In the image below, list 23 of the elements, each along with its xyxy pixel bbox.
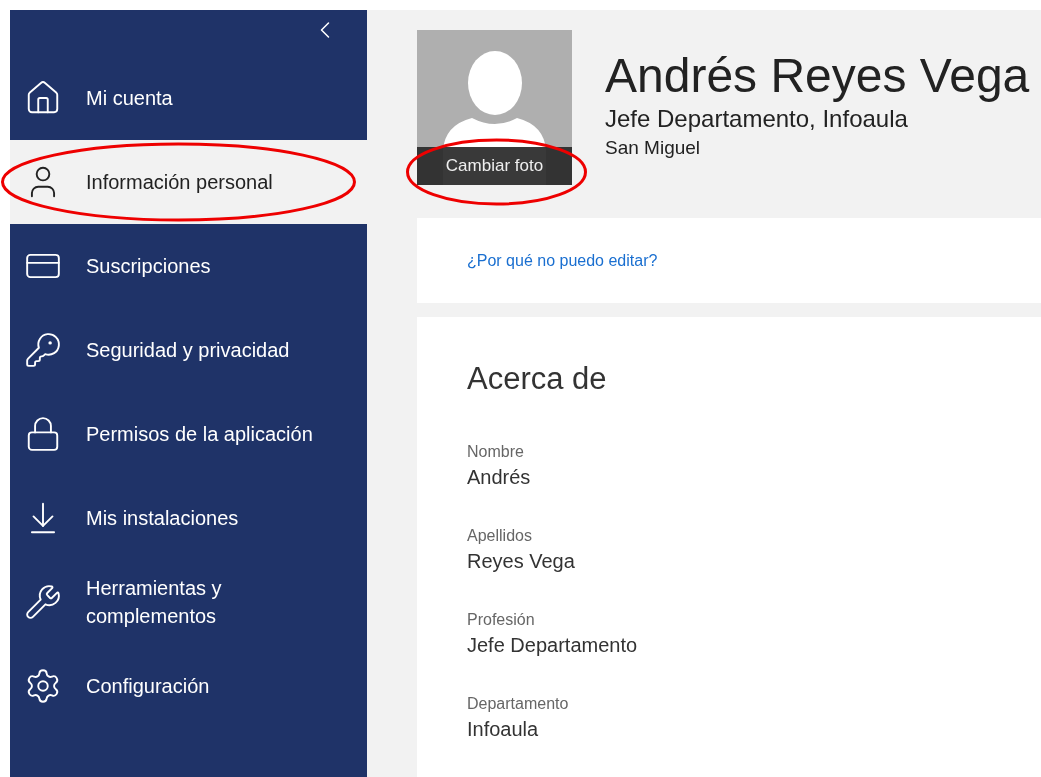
field-label: Nombre bbox=[467, 442, 525, 462]
sidebar-item[interactable]: Mi cuenta bbox=[10, 56, 367, 140]
sidebar-item[interactable]: Permisos de la aplicación bbox=[10, 392, 367, 476]
field-value: Reyes Vega bbox=[467, 549, 576, 574]
field-value: Jefe Departamento bbox=[467, 633, 639, 658]
change-photo-button[interactable]: Cambiar foto bbox=[417, 147, 572, 185]
sidebar-item[interactable]: Herramientas y complementos bbox=[10, 560, 367, 644]
key-icon bbox=[24, 331, 62, 369]
why-cant-edit-link[interactable]: ¿Por qué no puedo editar? bbox=[467, 251, 658, 270]
field-value: Andrés bbox=[467, 465, 532, 490]
sidebar-item[interactable]: Seguridad y privacidad bbox=[10, 308, 367, 392]
field-label: Profesión bbox=[467, 610, 536, 630]
sidebar-item[interactable]: Mis instalaciones bbox=[10, 476, 367, 560]
wrench-icon bbox=[24, 583, 62, 621]
sidebar-item[interactable]: Configuración bbox=[10, 644, 367, 728]
section-heading: Acerca de bbox=[467, 361, 608, 397]
field-label: Departamento bbox=[467, 694, 570, 714]
sidebar-item[interactable]: Suscripciones bbox=[10, 224, 367, 308]
field-label: Apellidos bbox=[467, 526, 533, 546]
profile-name: Andrés Reyes Vega bbox=[605, 48, 1030, 104]
profile-title: Jefe Departamento, Infoaula bbox=[605, 104, 909, 134]
field-value: Infoaula bbox=[467, 717, 540, 742]
profile-location: San Miguel bbox=[605, 136, 702, 160]
